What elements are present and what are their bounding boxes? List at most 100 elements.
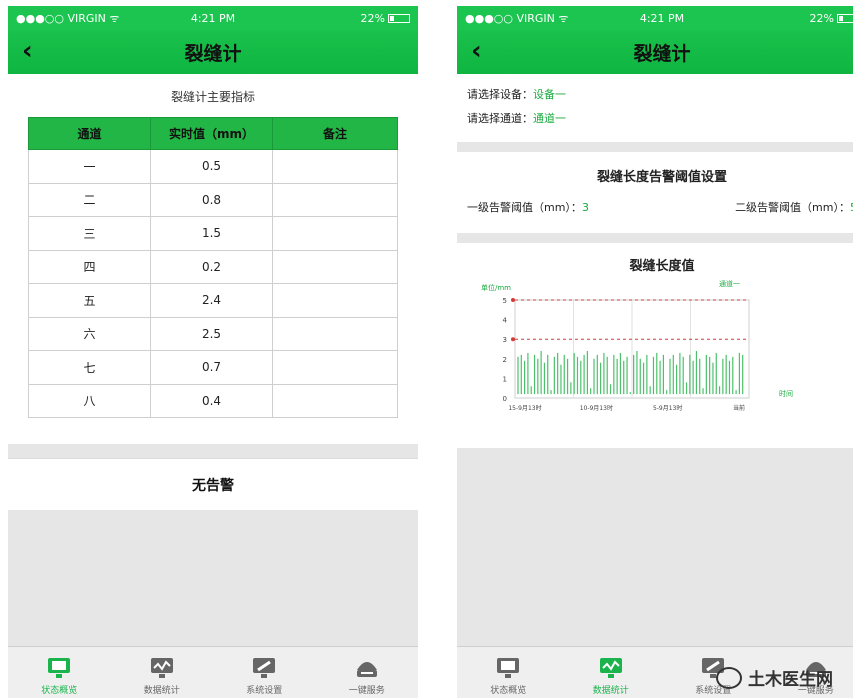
chart-title: 裂缝长度值 <box>629 259 695 274</box>
page-title: 裂缝计 <box>633 42 691 65</box>
channel-selector[interactable]: 请选择通道： 通道一 <box>457 106 853 130</box>
channel-cell: 七 <box>28 350 151 385</box>
channel-label: 请选择通道： <box>467 112 533 125</box>
legend-label: 通道一 <box>719 279 740 288</box>
table-row: 二 0.8 <box>28 182 398 217</box>
x-tick-label: 5-9月13时 <box>653 404 682 412</box>
battery-icon <box>837 13 853 23</box>
threshold-title: 裂缝长度告警阈值设置 <box>596 170 727 185</box>
threshold-values: 一级告警阈值（mm）：3 二级告警阈值（mm）：5 <box>457 195 853 219</box>
level2-threshold[interactable]: 二级告警阈值（mm）：5 <box>735 199 853 215</box>
x-axis-label: 时间 <box>779 389 793 398</box>
threshold-marker <box>511 298 515 302</box>
battery-icon <box>388 13 410 23</box>
table-row: 七 0.7 <box>28 350 398 385</box>
nav-bar: ‹ 裂缝计 <box>8 30 418 74</box>
y-axis-label: 单位/mm <box>481 283 511 292</box>
monitor-icon <box>48 658 71 678</box>
chart-monitor-icon <box>599 658 622 678</box>
level2-label: 二级告警阈值（mm）： <box>735 201 850 214</box>
table-row: 八 0.4 <box>28 383 398 418</box>
status-bar: ●●●○○ VIRGIN ᯤ 4:21 PM 22% <box>8 6 418 30</box>
table-header-row: 通道 实时值（mm） 备注 <box>28 117 398 150</box>
realtime-table: 通道 实时值（mm） 备注 一 0.5 二 0.8 三 1.5 四 0.2 五 2.4 六 2.5 七 0… <box>28 117 398 418</box>
level1-value[interactable]: 3 <box>582 201 589 214</box>
watermark: 土木医生网 <box>716 665 833 690</box>
remark-cell <box>272 283 398 318</box>
back-chevron-icon[interactable]: ‹ <box>471 36 482 66</box>
value-cell: 0.8 <box>150 182 273 217</box>
channel-cell: 八 <box>28 383 151 418</box>
alarm-status: 无告警 <box>8 458 418 510</box>
value-cell: 0.5 <box>150 149 273 184</box>
page-title: 裂缝计 <box>184 42 242 65</box>
remark-cell <box>272 149 398 184</box>
back-chevron-icon[interactable]: ‹ <box>22 36 33 66</box>
tab-statistics[interactable]: 数据统计 <box>560 647 663 698</box>
tab-label: 数据统计 <box>592 686 629 696</box>
settings-monitor-icon <box>253 658 276 678</box>
value-cell: 1.5 <box>150 216 273 251</box>
tab-label: 状态概览 <box>490 686 527 696</box>
table-row: 四 0.2 <box>28 249 398 284</box>
device-selector[interactable]: 请选择设备： 设备一 <box>457 82 853 106</box>
watermark-text: 土木医生网 <box>748 670 833 690</box>
phone-screen-realtime: ●●●○○ VIRGIN ᯤ 4:21 PM 22% ‹ 裂缝计 裂缝计主要指标… <box>8 6 418 698</box>
remark-cell <box>272 249 398 284</box>
tab-bar: 状态概览 数据统计 系统设置 一键服务 <box>8 646 418 698</box>
selector-card: 请选择设备： 设备一 请选择通道： 通道一 <box>457 74 853 142</box>
tab-label: 状态概览 <box>41 686 78 696</box>
table-row: 一 0.5 <box>28 149 398 184</box>
remark-cell <box>272 383 398 418</box>
status-time: 4:21 PM <box>190 11 236 25</box>
y-tick-label: 1 <box>503 375 507 383</box>
table-card: 裂缝计主要指标 通道 实时值（mm） 备注 一 0.5 二 0.8 三 1.5 四 0.2 五 2… <box>8 74 418 444</box>
header-value: 实时值（mm） <box>150 117 273 150</box>
tab-settings[interactable]: 系统设置 <box>213 647 316 698</box>
y-tick-label: 2 <box>503 356 507 364</box>
value-cell: 2.4 <box>150 283 273 318</box>
device-value[interactable]: 设备一 <box>533 86 566 102</box>
phone-screen-statistics: ●●●○○ VIRGIN ᯤ 4:21 PM 22% ‹ 裂缝计 请选择设备： … <box>457 6 853 698</box>
y-tick-label: 4 <box>503 317 508 325</box>
channel-cell: 一 <box>28 149 151 184</box>
table-title: 裂缝计主要指标 <box>170 90 255 104</box>
threshold-marker <box>511 337 515 342</box>
threshold-card: 裂缝长度告警阈值设置 一级告警阈值（mm）：3 二级告警阈值（mm）：5 <box>457 152 853 233</box>
level1-threshold[interactable]: 一级告警阈值（mm）：3 <box>467 199 589 215</box>
value-cell: 0.4 <box>150 383 273 418</box>
table-row: 六 2.5 <box>28 316 398 351</box>
value-cell: 0.2 <box>150 249 273 284</box>
channel-value[interactable]: 通道一 <box>533 110 566 126</box>
x-tick-label: 当前 <box>733 404 745 412</box>
tab-label: 系统设置 <box>246 686 283 696</box>
tab-statistics[interactable]: 数据统计 <box>111 647 214 698</box>
table-row: 五 2.4 <box>28 283 398 318</box>
tab-service[interactable]: 一键服务 <box>316 647 419 698</box>
x-tick-label: 15-9月13时 <box>508 404 541 412</box>
chart-monitor-icon <box>150 658 173 678</box>
wechat-icon <box>716 666 742 689</box>
remark-cell <box>272 316 398 351</box>
device-label: 请选择设备： <box>467 88 533 101</box>
channel-cell: 六 <box>28 316 151 351</box>
channel-cell: 五 <box>28 283 151 318</box>
remark-cell <box>272 350 398 385</box>
tab-label: 一键服务 <box>348 686 385 696</box>
header-channel: 通道 <box>28 117 151 150</box>
crack-length-chart: 0 1 2 3 4 5 15-9月13时 10-9月13时 5-9月13时 当前 单位/mm 时间 通道… <box>481 279 793 412</box>
monitor-icon <box>497 658 520 678</box>
channel-cell: 二 <box>28 182 151 217</box>
value-cell: 0.7 <box>150 350 273 385</box>
y-tick-label: 3 <box>503 336 507 344</box>
tab-overview[interactable]: 状态概览 <box>457 647 560 698</box>
y-tick-label: 0 <box>503 395 507 403</box>
y-tick-label: 5 <box>503 297 507 305</box>
nav-bar: ‹ 裂缝计 <box>457 30 853 74</box>
header-remark: 备注 <box>272 117 398 150</box>
remark-cell <box>272 216 398 251</box>
remark-cell <box>272 182 398 217</box>
tab-overview[interactable]: 状态概览 <box>8 647 111 698</box>
table-row: 三 1.5 <box>28 216 398 251</box>
service-icon <box>356 662 377 677</box>
